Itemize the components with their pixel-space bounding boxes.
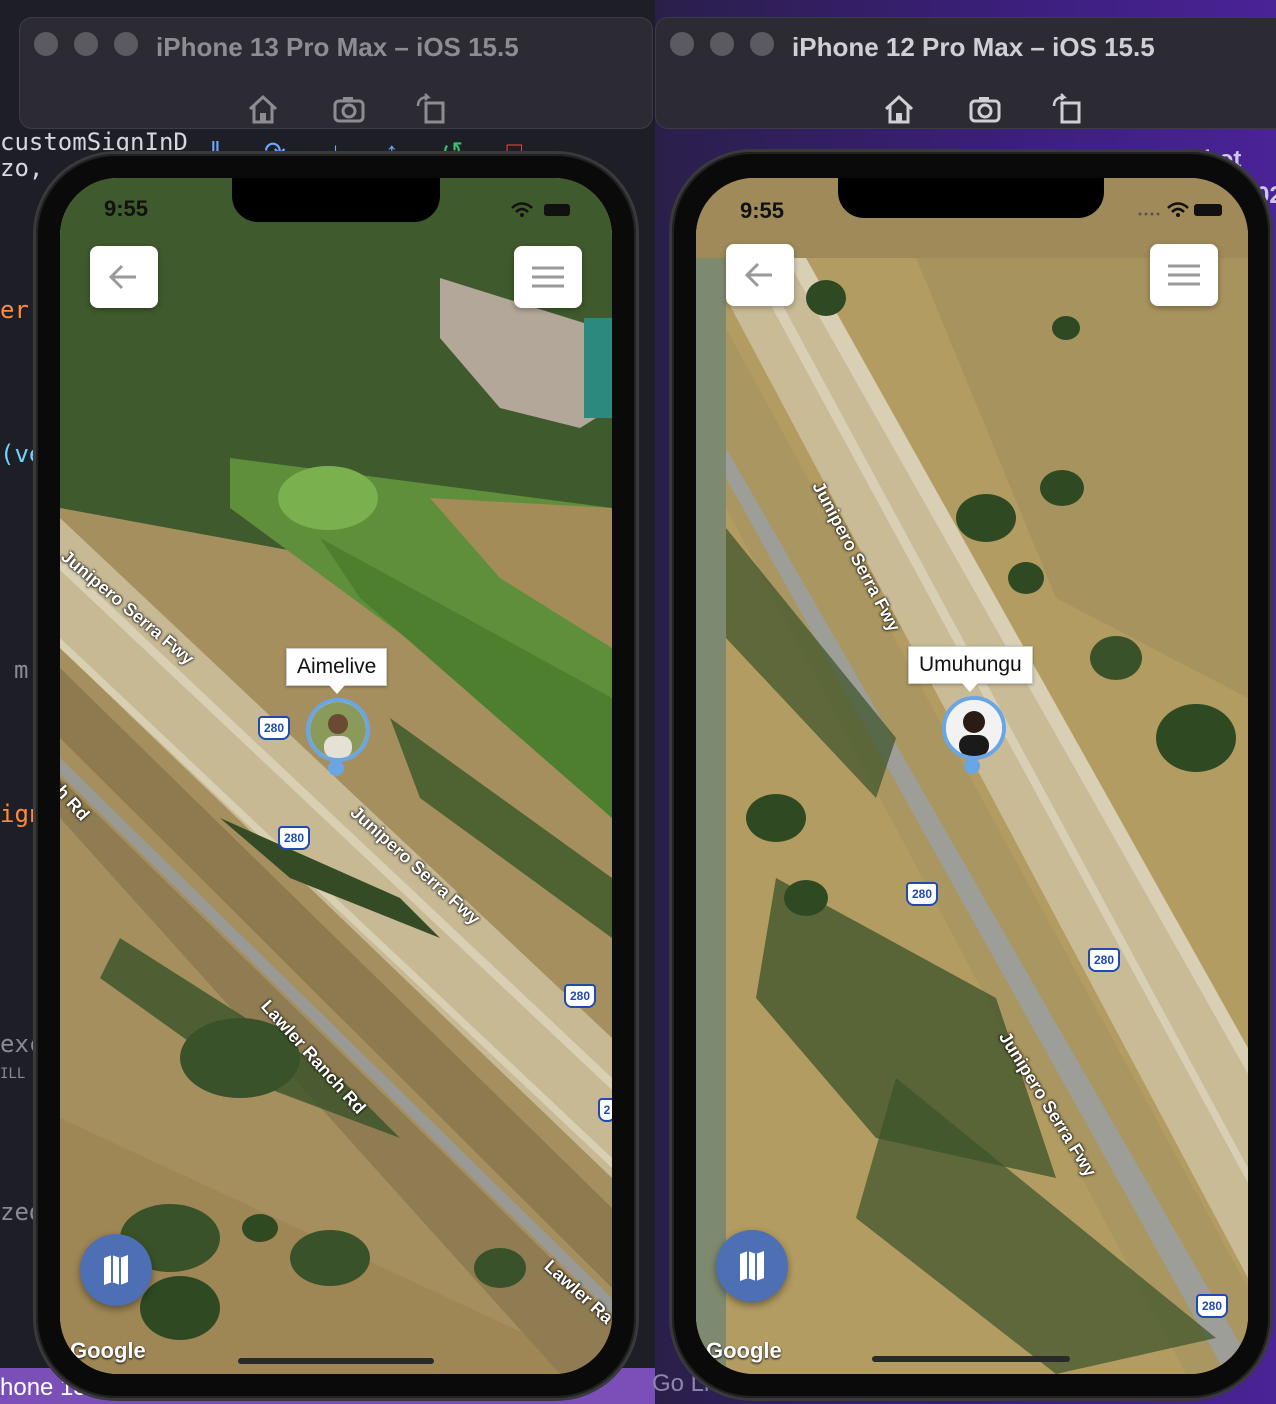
map-type-button[interactable]	[716, 1230, 788, 1302]
map-screen[interactable]: 9:55 Junipero Serra Fwy Junipero Serra F…	[60, 178, 612, 1374]
window-controls	[670, 32, 790, 61]
user-avatar-marker[interactable]	[942, 696, 1006, 760]
back-button[interactable]	[90, 246, 158, 308]
window-controls	[34, 32, 154, 61]
home-icon[interactable]	[882, 92, 916, 126]
menu-button[interactable]	[514, 246, 582, 308]
status-icons	[1138, 202, 1222, 217]
close-button[interactable]	[34, 32, 58, 56]
status-time: 9:55	[740, 198, 785, 223]
window-title: iPhone 12 Pro Max – iOS 15.5	[792, 32, 1155, 62]
interstate-shield: 280	[1088, 948, 1120, 972]
zoom-button[interactable]	[750, 32, 774, 56]
avatar-photo-icon	[310, 702, 366, 758]
iphone-12-pro-max-frame: 9:55 Junipero Serra Fwy Junipero Serra F…	[672, 152, 1270, 1398]
map-icon	[740, 1251, 764, 1281]
back-button[interactable]	[726, 244, 794, 306]
interstate-shield: 2	[598, 1098, 612, 1122]
simulator-window-toolbar: iPhone 12 Pro Max – iOS 15.5	[656, 18, 1276, 128]
hamburger-icon	[532, 266, 564, 288]
google-attribution: Google	[706, 1338, 782, 1363]
simulator-window-toolbar: iPhone 13 Pro Max – iOS 15.5	[20, 18, 652, 128]
location-dot	[964, 758, 980, 774]
code-line: ILL	[0, 1066, 26, 1082]
marker-name-label[interactable]: Aimelive	[286, 648, 388, 694]
zoom-button[interactable]	[114, 32, 138, 56]
notch	[838, 178, 1104, 218]
marker-name-label[interactable]: Umuhungu	[908, 646, 1033, 692]
user-avatar-marker[interactable]	[306, 698, 370, 762]
close-button[interactable]	[670, 32, 694, 56]
rotate-icon[interactable]	[1050, 92, 1084, 126]
arrow-left-icon	[744, 262, 772, 288]
location-dot	[328, 760, 344, 776]
iphone-13-pro-max-frame: 9:55 Junipero Serra Fwy Junipero Serra F…	[36, 154, 636, 1398]
interstate-shield: 280	[906, 882, 938, 906]
minimize-button[interactable]	[74, 32, 98, 56]
screenshot-icon[interactable]	[968, 92, 1002, 126]
satellite-map[interactable]	[696, 178, 1248, 1374]
satellite-map[interactable]	[60, 178, 612, 1374]
home-indicator[interactable]	[872, 1356, 1070, 1362]
google-attribution: Google	[70, 1338, 146, 1363]
window-title: iPhone 13 Pro Max – iOS 15.5	[156, 32, 519, 62]
map-icon	[104, 1255, 128, 1285]
map-screen[interactable]: 9:55 Junipero Serra Fwy Junipero Serra F…	[696, 178, 1248, 1374]
minimize-button[interactable]	[710, 32, 734, 56]
interstate-shield: 280	[1196, 1294, 1228, 1318]
interstate-shield: 280	[564, 984, 596, 1008]
home-icon[interactable]	[246, 92, 280, 126]
notch	[232, 178, 440, 222]
home-indicator[interactable]	[238, 1358, 434, 1364]
status-time: 9:55	[104, 196, 149, 221]
interstate-shield: 280	[258, 716, 290, 740]
arrow-left-icon	[108, 264, 136, 290]
map-type-button[interactable]	[80, 1234, 152, 1306]
menu-button[interactable]	[1150, 244, 1218, 306]
code-line: customSignInD	[0, 128, 188, 156]
code-line: m	[14, 656, 29, 684]
avatar-photo-icon	[946, 700, 1002, 756]
interstate-shield: 280	[278, 826, 310, 850]
hamburger-icon	[1168, 264, 1200, 286]
code-line: zo,	[0, 154, 44, 182]
rotate-icon[interactable]	[414, 92, 448, 126]
status-icons	[511, 202, 570, 217]
screenshot-icon[interactable]	[332, 92, 366, 126]
